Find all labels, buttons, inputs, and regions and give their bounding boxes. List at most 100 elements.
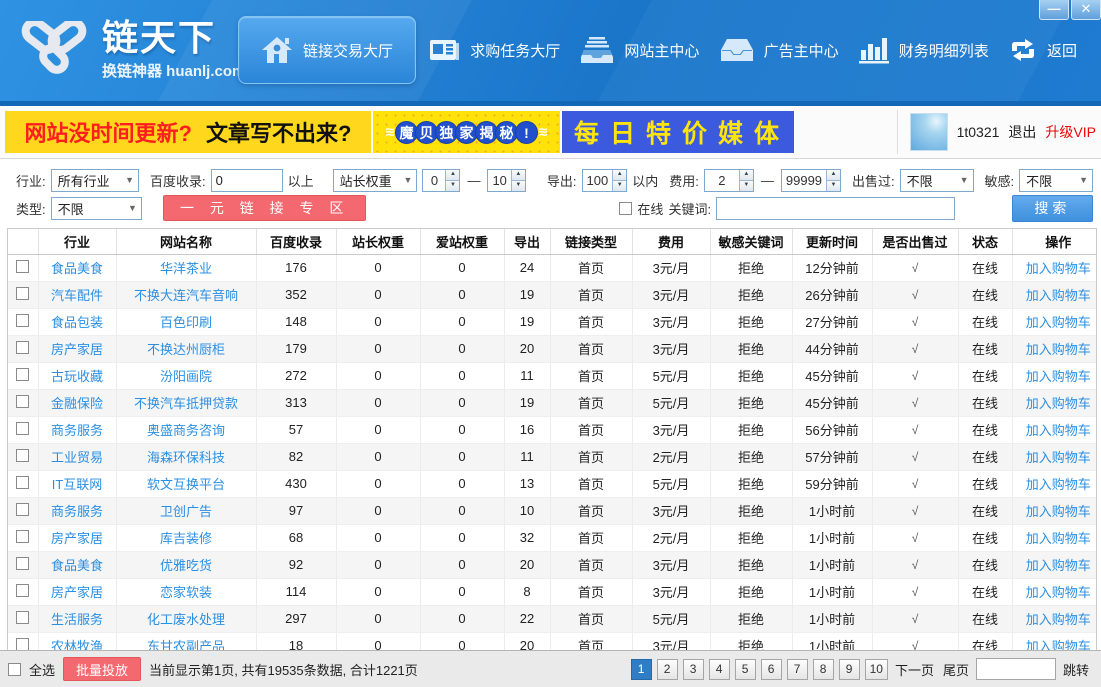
minimize-button[interactable]: —	[1039, 0, 1069, 20]
add-to-cart-link[interactable]: 加入购物车	[1026, 369, 1091, 384]
cell-site[interactable]: 百色印刷	[116, 308, 256, 335]
cell-industry[interactable]: 工业贸易	[38, 443, 116, 470]
upgrade-vip-link[interactable]: 升级VIP	[1045, 122, 1096, 142]
row-checkbox[interactable]	[16, 287, 29, 300]
page-button-8[interactable]: 8	[813, 659, 834, 680]
last-page-link[interactable]: 尾页	[943, 660, 969, 679]
row-checkbox[interactable]	[16, 584, 29, 597]
column-header-5[interactable]: 爱站权重	[420, 229, 504, 254]
cell-industry[interactable]: 食品美食	[38, 551, 116, 578]
weight-select[interactable]: 站长权重▼	[333, 169, 418, 192]
cell-site[interactable]: 东甘农副产品	[116, 632, 256, 650]
industry-select[interactable]: 所有行业▼	[51, 169, 139, 192]
batch-publish-button[interactable]: 批量投放	[63, 657, 141, 681]
ad-banner-secret[interactable]: ≋ 魔贝独家揭秘! ≋	[373, 111, 560, 153]
row-checkbox[interactable]	[16, 530, 29, 543]
row-checkbox[interactable]	[16, 638, 29, 651]
cell-site[interactable]: 华洋茶业	[116, 254, 256, 281]
sold-select[interactable]: 不限▼	[900, 169, 974, 192]
page-button-9[interactable]: 9	[839, 659, 860, 680]
column-header-2[interactable]: 网站名称	[116, 229, 256, 254]
cell-site[interactable]: 库吉装修	[116, 524, 256, 551]
cell-site[interactable]: 海森环保科技	[116, 443, 256, 470]
column-header-6[interactable]: 导出	[504, 229, 550, 254]
cell-site[interactable]: 奥盛商务咨询	[116, 416, 256, 443]
baidu-input[interactable]	[211, 169, 283, 192]
nav-return[interactable]: 返回	[1001, 32, 1085, 68]
down-arrow-icon[interactable]: ▼	[512, 181, 525, 191]
up-arrow-icon[interactable]: ▲	[512, 170, 525, 181]
page-button-10[interactable]: 10	[865, 659, 888, 680]
row-checkbox[interactable]	[16, 368, 29, 381]
cell-site[interactable]: 优雅吃货	[116, 551, 256, 578]
select-all-checkbox[interactable]	[8, 663, 21, 676]
row-checkbox[interactable]	[16, 449, 29, 462]
row-checkbox[interactable]	[16, 476, 29, 489]
add-to-cart-link[interactable]: 加入购物车	[1026, 477, 1091, 492]
add-to-cart-link[interactable]: 加入购物车	[1026, 531, 1091, 546]
nav-finance-list[interactable]: 财务明细列表	[851, 30, 997, 70]
up-arrow-icon[interactable]: ▲	[446, 170, 459, 181]
add-to-cart-link[interactable]: 加入购物车	[1026, 315, 1091, 330]
search-button[interactable]: 搜索	[1012, 195, 1093, 222]
page-button-4[interactable]: 4	[709, 659, 730, 680]
down-arrow-icon[interactable]: ▼	[827, 181, 840, 191]
page-button-2[interactable]: 2	[657, 659, 678, 680]
column-header-13[interactable]: 操作	[1012, 229, 1097, 254]
column-header-1[interactable]: 行业	[38, 229, 116, 254]
keyword-input[interactable]	[716, 197, 955, 220]
column-header-4[interactable]: 站长权重	[336, 229, 420, 254]
row-checkbox[interactable]	[16, 557, 29, 570]
weight-max-stepper[interactable]: 10▲▼	[487, 169, 525, 192]
add-to-cart-link[interactable]: 加入购物车	[1026, 423, 1091, 438]
row-checkbox[interactable]	[16, 503, 29, 516]
column-header-7[interactable]: 链接类型	[550, 229, 632, 254]
up-arrow-icon[interactable]: ▲	[827, 170, 840, 181]
row-checkbox[interactable]	[16, 395, 29, 408]
column-header-3[interactable]: 百度收录	[256, 229, 336, 254]
cell-industry[interactable]: 商务服务	[38, 497, 116, 524]
jump-button[interactable]: 跳转	[1063, 660, 1089, 679]
column-header-10[interactable]: 更新时间	[792, 229, 872, 254]
down-arrow-icon[interactable]: ▼	[446, 181, 459, 191]
add-to-cart-link[interactable]: 加入购物车	[1026, 396, 1091, 411]
row-checkbox[interactable]	[16, 611, 29, 624]
logout-link[interactable]: 退出	[1008, 122, 1036, 142]
nav-webmaster-center[interactable]: 网站主中心	[572, 30, 707, 70]
up-arrow-icon[interactable]: ▲	[613, 170, 626, 181]
export-stepper[interactable]: 100▲▼	[582, 169, 628, 192]
type-select[interactable]: 不限▼	[51, 197, 142, 220]
nav-advertiser-center[interactable]: 广告主中心	[712, 31, 847, 69]
add-to-cart-link[interactable]: 加入购物车	[1026, 558, 1091, 573]
cell-industry[interactable]: 房产家居	[38, 524, 116, 551]
row-checkbox[interactable]	[16, 314, 29, 327]
page-button-7[interactable]: 7	[787, 659, 808, 680]
close-button[interactable]: ✕	[1071, 0, 1101, 20]
add-to-cart-link[interactable]: 加入购物车	[1026, 342, 1091, 357]
sensitive-select[interactable]: 不限▼	[1019, 169, 1093, 192]
cell-site[interactable]: 卫创广告	[116, 497, 256, 524]
add-to-cart-link[interactable]: 加入购物车	[1026, 612, 1091, 627]
page-button-1[interactable]: 1	[631, 659, 652, 680]
add-to-cart-link[interactable]: 加入购物车	[1026, 450, 1091, 465]
next-page-link[interactable]: 下一页	[895, 660, 934, 679]
cell-industry[interactable]: IT互联网	[38, 470, 116, 497]
fee-min-stepper[interactable]: 2▲▼	[704, 169, 754, 192]
cell-site[interactable]: 不换达州厨柜	[116, 335, 256, 362]
add-to-cart-link[interactable]: 加入购物车	[1026, 504, 1091, 519]
cell-industry[interactable]: 汽车配件	[38, 281, 116, 308]
cell-site[interactable]: 不换大连汽车音响	[116, 281, 256, 308]
column-header-11[interactable]: 是否出售过	[872, 229, 958, 254]
row-checkbox[interactable]	[16, 422, 29, 435]
column-header-9[interactable]: 敏感关键词	[710, 229, 792, 254]
cell-industry[interactable]: 商务服务	[38, 416, 116, 443]
row-checkbox[interactable]	[16, 260, 29, 273]
ad-banner-update[interactable]: 网站没时间更新? 文章写不出来?	[5, 111, 371, 153]
nav-link-trade-hall[interactable]: 链接交易大厅	[238, 16, 416, 84]
add-to-cart-link[interactable]: 加入购物车	[1026, 261, 1091, 276]
page-button-6[interactable]: 6	[761, 659, 782, 680]
cell-industry[interactable]: 农林牧渔	[38, 632, 116, 650]
cell-industry[interactable]: 食品包装	[38, 308, 116, 335]
page-button-5[interactable]: 5	[735, 659, 756, 680]
cell-industry[interactable]: 房产家居	[38, 578, 116, 605]
